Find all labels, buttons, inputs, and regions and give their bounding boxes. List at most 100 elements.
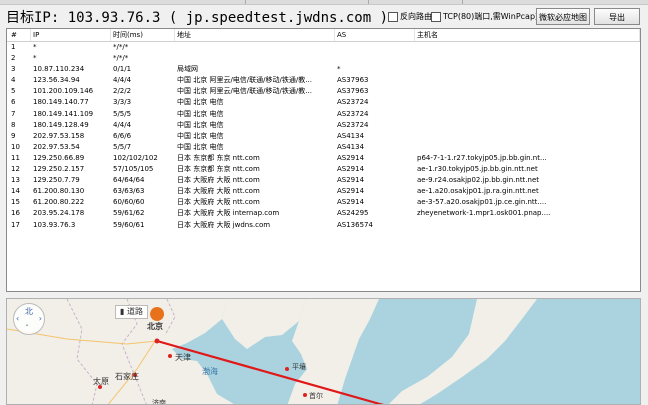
table-row[interactable]: 9 202.97.53.158 6/6/6 中国 北京 电信 AS4134	[7, 131, 640, 142]
column-header-hostname[interactable]: 主机名	[415, 29, 640, 41]
cell-time: 59/61/62	[113, 209, 145, 218]
cell-ip: 129.250.66.89	[33, 153, 85, 162]
map-pan-control[interactable]: 北 ‹ › ˇ	[13, 303, 45, 335]
pan-right-icon[interactable]: ›	[39, 314, 42, 323]
cell-time: 63/63/63	[113, 187, 145, 196]
cell-as: AS37963	[337, 87, 369, 96]
cell-time: */*/*	[113, 54, 129, 63]
table-row[interactable]: 11 129.250.66.89 102/102/102 日本 东京都 东京 ntt.…	[7, 153, 640, 164]
cell-index: 3	[11, 65, 16, 74]
reverse-route-checkbox[interactable]: 反向路由	[388, 11, 432, 22]
cell-as: AS2914	[337, 198, 365, 207]
cell-address: 日本 东京都 东京 ntt.com	[177, 153, 260, 162]
cell-address: 中国 北京 电信	[177, 131, 224, 140]
table-header: # IP 时间(ms) 地址 AS 主机名	[7, 29, 640, 42]
cell-hostname: ae-3-57.a20.osakjp01.jp.ce.gin.ntt....	[417, 198, 547, 207]
cell-address: 日本 大阪府 大阪 ntt.com	[177, 187, 260, 196]
cell-as: AS136574	[337, 220, 373, 229]
land-japan	[389, 299, 537, 404]
cell-index: 10	[11, 142, 20, 151]
table-row[interactable]: 1 * */*/*	[7, 42, 640, 53]
table-row[interactable]: 3 10.87.110.234 0/1/1 局域网 *	[7, 64, 640, 75]
table-row[interactable]: 8 180.149.128.49 4/4/4 中国 北京 电信 AS23724	[7, 120, 640, 131]
route-map[interactable]: 北 ‹ › ˇ ▮ 道路 北京 天津 石家庄 太原 渤海 平壤 首尔 济南	[6, 298, 641, 405]
cell-index: 4	[11, 76, 16, 85]
table-row[interactable]: 14 61.200.80.130 63/63/63 日本 大阪府 大阪 ntt.com…	[7, 186, 640, 197]
cell-ip: 180.149.128.49	[33, 120, 89, 129]
cell-as: AS2914	[337, 153, 365, 162]
cell-index: 6	[11, 98, 16, 107]
cell-as: AS4134	[337, 142, 365, 151]
pan-down-icon[interactable]: ˇ	[25, 324, 29, 333]
cell-ip: 180.149.141.109	[33, 109, 94, 118]
cell-address: 中国 北京 电信	[177, 109, 224, 118]
cell-as: AS4134	[337, 131, 365, 140]
cell-ip: 202.97.53.158	[33, 131, 85, 140]
table-row[interactable]: 5 101.200.109.146 2/2/2 中国 北京 阿里云/电信/联通/移动/…	[7, 86, 640, 97]
table-row[interactable]: 13 129.250.7.79 64/64/64 日本 大阪府 大阪 ntt.com A…	[7, 175, 640, 186]
table-row[interactable]: 7 180.149.141.109 5/5/5 中国 北京 电信 AS23724	[7, 109, 640, 120]
cell-address: 日本 大阪府 大阪 ntt.com	[177, 176, 260, 185]
cell-index: 11	[11, 153, 20, 162]
cell-address: 日本 东京都 东京 ntt.com	[177, 165, 260, 174]
cell-time: 59/60/61	[113, 220, 145, 229]
cell-address: 日本 大阪府 大阪 ntt.com	[177, 198, 260, 207]
table-row[interactable]: 12 129.250.2.157 57/105/105 日本 东京都 东京 ntt.c…	[7, 164, 640, 175]
cell-as: AS23724	[337, 98, 369, 107]
cell-time: 64/64/64	[113, 176, 145, 185]
city-dot-seoul	[303, 393, 307, 397]
layers-icon: ▮	[120, 307, 127, 316]
cell-ip: 202.97.53.54	[33, 142, 80, 151]
cell-ip: 203.95.24.178	[33, 209, 85, 218]
cell-hostname: ae-1.a20.osakjp01.jp.ra.gin.ntt.net	[417, 187, 539, 196]
cell-address: 中国 北京 电信	[177, 98, 224, 107]
table-row[interactable]: 4 123.56.34.94 4/4/4 中国 北京 阿里云/电信/联通/移动/铁通/…	[7, 75, 640, 86]
cell-ip: 129.250.2.157	[33, 165, 85, 174]
cell-index: 8	[11, 120, 16, 129]
city-dot-tianjin	[168, 354, 172, 358]
column-header-time[interactable]: 时间(ms)	[111, 29, 175, 41]
cell-ip: 180.149.140.77	[33, 98, 89, 107]
column-header-as[interactable]: AS	[335, 29, 415, 41]
cell-time: 5/5/7	[113, 142, 132, 151]
table-row[interactable]: 17 103.93.76.3 59/60/61 日本 大阪府 大阪 jwdns.com…	[7, 220, 640, 231]
column-header-ip[interactable]: IP	[31, 29, 111, 41]
cell-address: 中国 北京 阿里云/电信/联通/移动/铁通/教...	[177, 76, 312, 85]
city-dot-pyongyang	[285, 367, 289, 371]
cell-time: 5/5/5	[113, 109, 132, 118]
road-view-button[interactable]: ▮ 道路	[115, 305, 148, 319]
cell-hostname: ae-1.r30.tokyjp05.jp.bb.gin.ntt.net	[417, 165, 538, 174]
pan-left-icon[interactable]: ‹	[16, 314, 19, 323]
cell-index: 16	[11, 209, 20, 218]
cell-ip: 103.93.76.3	[33, 220, 76, 229]
table-row[interactable]: 10 202.97.53.54 5/5/7 中国 北京 电信 AS4134	[7, 142, 640, 153]
city-label-jinan: 济南	[152, 399, 166, 405]
cell-address: 日本 大阪府 大阪 internap.com	[177, 209, 280, 218]
cell-as: AS37963	[337, 76, 369, 85]
cell-hostname: zheyenetwork-1.mpr1.osk001.pnap....	[417, 209, 551, 218]
table-row[interactable]: 15 61.200.80.222 60/60/60 日本 大阪府 大阪 ntt.com…	[7, 197, 640, 208]
checkbox-box[interactable]	[388, 11, 398, 22]
cell-time: 6/6/6	[113, 131, 132, 140]
column-header-index[interactable]: #	[9, 29, 31, 41]
cell-address: 中国 北京 电信	[177, 142, 224, 151]
table-row[interactable]: 16 203.95.24.178 59/61/62 日本 大阪府 大阪 interna…	[7, 208, 640, 219]
table-row[interactable]: 2 * */*/*	[7, 53, 640, 64]
cell-index: 1	[11, 43, 16, 51]
cell-index: 17	[11, 220, 20, 229]
cell-index: 15	[11, 198, 20, 207]
checkbox-box[interactable]	[431, 11, 441, 22]
city-label-tianjin: 天津	[175, 353, 191, 362]
cell-address: 日本 大阪府 大阪 jwdns.com	[177, 220, 271, 229]
map-canvas	[7, 299, 537, 404]
map-pin-icon	[150, 307, 165, 321]
cell-address: 中国 北京 电信	[177, 120, 224, 129]
bing-map-button[interactable]: 微软必应地图	[536, 8, 590, 25]
city-label-beijing: 北京	[147, 322, 163, 331]
column-header-address[interactable]: 地址	[175, 29, 335, 41]
cell-time: 0/1/1	[113, 65, 132, 74]
export-button[interactable]: 导出	[594, 8, 640, 25]
table-row[interactable]: 6 180.149.140.77 3/3/3 中国 北京 电信 AS23724	[7, 97, 640, 108]
cell-time: 102/102/102	[113, 153, 158, 162]
city-label-seoul: 首尔	[309, 392, 323, 400]
